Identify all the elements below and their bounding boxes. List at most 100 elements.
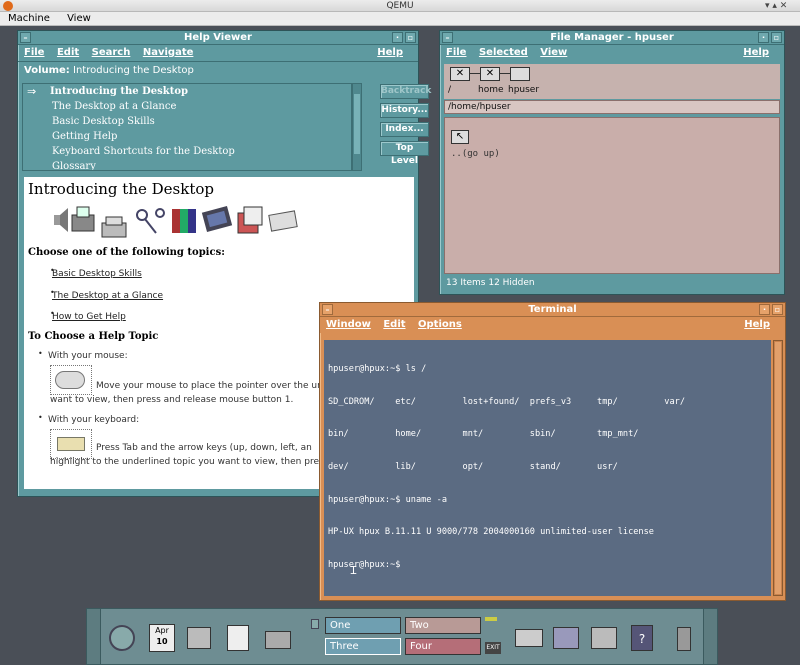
maximize-icon[interactable]: ▫ [771, 32, 782, 43]
backtrack-button[interactable]: Backtrack [380, 84, 431, 99]
path-icons-area: ✕ ✕ / home hpuser [444, 64, 780, 99]
menu-window[interactable]: Window [326, 319, 371, 330]
terminal-title-bar[interactable]: – Terminal · ▫ [320, 303, 785, 317]
topic-item[interactable]: Glossary [23, 159, 351, 170]
help-manager-icon[interactable]: ? [631, 625, 653, 651]
panel-handle[interactable] [703, 609, 717, 664]
path-connector [500, 73, 510, 74]
exit-button[interactable]: EXIT [485, 642, 501, 654]
topic-item[interactable]: Keyboard Shortcuts for the Desktop [23, 144, 351, 159]
link-basic-skills[interactable]: Basic Desktop Skills [52, 269, 142, 279]
file-manager-icon[interactable] [187, 627, 211, 649]
printer-icon[interactable] [515, 629, 543, 647]
help-viewer-title-bar[interactable]: – Help Viewer · ▫ [18, 31, 418, 45]
link-desktop-glance[interactable]: The Desktop at a Glance [52, 291, 163, 301]
menu-navigate[interactable]: Navigate [143, 47, 194, 58]
topic-list[interactable]: ⇒ Introducing the Desktop The Desktop at… [22, 83, 352, 171]
text-cursor-icon: Ｉ [348, 564, 359, 577]
desktop-illustration [54, 205, 298, 238]
window-menu-icon[interactable]: – [442, 32, 453, 43]
topic-item[interactable]: Basic Desktop Skills [23, 114, 351, 129]
path-field[interactable]: /home/hpuser [444, 100, 780, 114]
qemu-logo-icon [3, 1, 13, 11]
top-level-button[interactable]: Top Level [380, 141, 429, 166]
menu-edit[interactable]: Edit [383, 319, 405, 330]
terminal-screen[interactable]: hpuser@hpux:~$ ls / SD_CDROM/ etc/ lost+… [324, 340, 771, 596]
panel-handle[interactable] [87, 609, 101, 664]
workspace-two-button[interactable]: Two [405, 617, 481, 634]
printer-icon [71, 206, 95, 232]
mouse-label: With your mouse: [48, 351, 128, 361]
folder-home-icon[interactable]: ✕ [480, 67, 500, 81]
window-menu-icon[interactable]: – [20, 32, 31, 43]
workspace-three-button[interactable]: Three [325, 638, 401, 655]
link-get-help[interactable]: How to Get Help [52, 312, 126, 322]
minimize-icon[interactable]: · [758, 32, 769, 43]
folder-root-icon[interactable]: ✕ [450, 67, 470, 81]
computer-icon [101, 216, 127, 238]
go-up-icon[interactable]: ↖ [451, 130, 469, 144]
window-menu-icon[interactable]: – [322, 304, 333, 315]
terminal-line: dev/ lib/ opt/ stand/ usr/ [328, 461, 618, 472]
minimize-icon[interactable]: · [759, 304, 770, 315]
menu-machine[interactable]: Machine [8, 13, 50, 24]
terminal-line: hpuser@hpux:~$ uname -a [328, 494, 447, 505]
menu-file[interactable]: File [24, 47, 44, 58]
folder-hpuser-icon[interactable] [510, 67, 530, 81]
menu-file[interactable]: File [446, 47, 466, 58]
minimize-icon[interactable]: · [392, 32, 403, 43]
clock-icon[interactable] [109, 625, 135, 651]
terminal-line: hpuser@hpux:~$ ls / [328, 363, 427, 374]
speaker-icon [54, 208, 68, 232]
lock-icon[interactable] [311, 619, 319, 629]
scrollbar-thumb[interactable] [354, 94, 360, 154]
front-panel: Apr 10 One Two Three Four EXIT ? [86, 608, 718, 665]
trash-icon[interactable] [677, 627, 691, 651]
calendar-month: Apr [155, 626, 169, 635]
file-manager-menu-bar: File Selected View Help [440, 45, 784, 61]
menu-view[interactable]: View [67, 13, 91, 24]
mouse-icon [50, 365, 92, 395]
terminal-menu-bar: Window Edit Options Help [320, 317, 785, 333]
menu-view[interactable]: View [540, 47, 567, 58]
terminal-scrollbar[interactable] [773, 340, 783, 596]
menu-help[interactable]: Help [743, 45, 769, 61]
qemu-window-controls: ▾ ▴ ✕ [765, 1, 788, 11]
text-editor-icon[interactable] [227, 625, 249, 651]
maximize-icon[interactable]: ▫ [772, 304, 783, 315]
terminal-line: bin/ home/ mnt/ sbin/ tmp_mnt/ [328, 429, 639, 440]
topic-item[interactable]: The Desktop at a Glance [23, 99, 351, 114]
workspace-one-button[interactable]: One [325, 617, 401, 634]
mouse-text-1: Move your mouse to place the pointer ove… [96, 381, 323, 391]
style-manager-icon[interactable] [553, 627, 579, 649]
monitor-icon [201, 205, 233, 233]
menu-options[interactable]: Options [418, 319, 462, 330]
mailer-icon[interactable] [265, 631, 291, 649]
topic-list-scrollbar[interactable] [352, 83, 362, 171]
menu-selected[interactable]: Selected [479, 47, 528, 58]
scrollbar-thumb[interactable] [775, 342, 781, 594]
bullet: • [38, 413, 43, 422]
index-button[interactable]: Index... [380, 122, 429, 137]
topic-item[interactable]: Getting Help [23, 129, 351, 144]
volume-label: Volume: [24, 65, 70, 76]
path-connector [470, 73, 480, 74]
keyboard-text-2: highlight to the underlined topic you wa… [50, 457, 329, 467]
file-list-area[interactable]: ↖ ..(go up) [444, 117, 780, 274]
maximize-icon[interactable]: ▫ [405, 32, 416, 43]
menu-edit[interactable]: Edit [57, 47, 79, 58]
go-up-label[interactable]: ..(go up) [451, 149, 500, 159]
file-manager-title-bar[interactable]: – File Manager - hpuser · ▫ [440, 31, 784, 45]
app-manager-icon[interactable] [591, 627, 617, 649]
subheading: To Choose a Help Topic [28, 331, 159, 342]
qemu-menu-bar: Machine View [0, 12, 800, 26]
topic-item[interactable]: Introducing the Desktop [23, 84, 351, 99]
history-button[interactable]: History... [380, 103, 429, 118]
menu-help[interactable]: Help [744, 317, 770, 333]
calendar-icon[interactable]: Apr 10 [149, 624, 175, 652]
cards-icon [237, 206, 263, 234]
keyboard-text-1: Press Tab and the arrow keys (up, down, … [96, 443, 312, 453]
workspace-four-button[interactable]: Four [405, 638, 481, 655]
menu-search[interactable]: Search [92, 47, 131, 58]
menu-help[interactable]: Help [377, 45, 403, 61]
